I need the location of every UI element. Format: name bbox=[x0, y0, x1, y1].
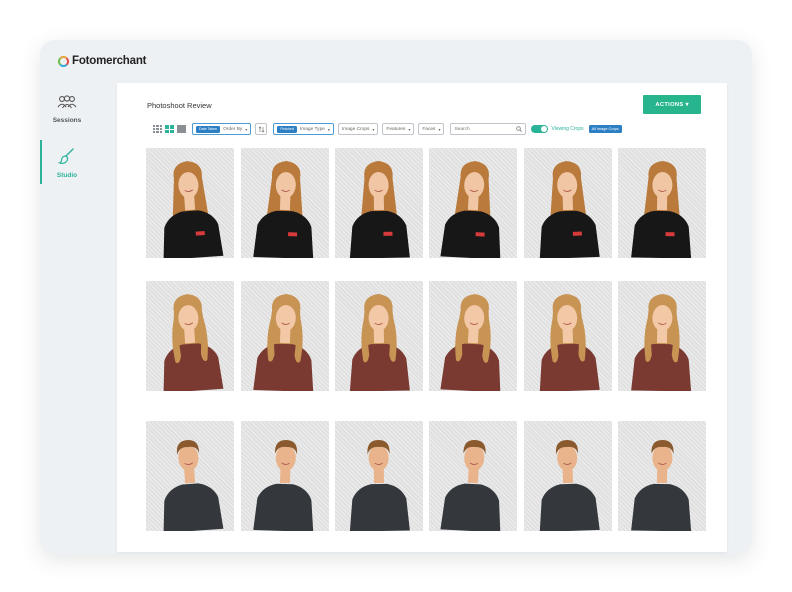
photo-thumbnail[interactable] bbox=[241, 281, 329, 391]
brush-icon bbox=[57, 148, 74, 164]
main-panel: Photoshoot Review ACTIONS ▾ Date Taken O… bbox=[117, 83, 727, 552]
sidebar-item-label: Sessions bbox=[52, 117, 82, 124]
chevron-down-icon: ▾ bbox=[438, 126, 441, 132]
brand-logo[interactable]: Fotomerchant bbox=[58, 55, 146, 67]
photo-thumbnail[interactable] bbox=[146, 148, 234, 258]
faces-dropdown[interactable]: Faces ▾ bbox=[418, 123, 445, 135]
portrait-photo bbox=[349, 440, 410, 531]
sort-direction-button[interactable] bbox=[255, 123, 268, 135]
portrait-photo bbox=[539, 440, 600, 531]
chevron-down-icon: ▾ bbox=[245, 126, 248, 132]
chevron-down-icon: ▾ bbox=[327, 126, 330, 132]
features-dropdown[interactable]: Features ▾ bbox=[382, 123, 415, 135]
photo-thumbnail[interactable] bbox=[524, 421, 612, 531]
viewing-crops-toggle[interactable] bbox=[531, 125, 549, 133]
photo-thumbnail[interactable] bbox=[335, 148, 423, 258]
portrait-photo bbox=[163, 294, 224, 391]
all-image-crops-badge[interactable]: All Image Crops bbox=[588, 125, 622, 133]
portrait-photo bbox=[253, 294, 314, 391]
photo-thumbnail[interactable] bbox=[524, 281, 612, 391]
photo-thumbnail[interactable] bbox=[241, 148, 329, 258]
sidebar-item-label: Studio bbox=[56, 172, 78, 179]
search-icon bbox=[516, 126, 523, 132]
photo-thumbnail[interactable] bbox=[241, 421, 329, 531]
grid-large-icon[interactable] bbox=[177, 125, 186, 133]
image-type-label: Image Type bbox=[299, 126, 325, 132]
image-crops-label: Image Crops bbox=[341, 126, 370, 132]
portrait-photo bbox=[163, 440, 224, 531]
sidebar-item-studio[interactable]: Studio bbox=[40, 140, 94, 184]
faces-label: Faces bbox=[422, 126, 436, 132]
order-label: Order By bbox=[223, 126, 243, 132]
photo-thumbnail[interactable] bbox=[429, 148, 517, 258]
portrait-photo bbox=[631, 294, 692, 391]
actions-button[interactable]: ACTIONS ▾ bbox=[643, 95, 701, 114]
image-type-dropdown[interactable]: Finished Image Type ▾ bbox=[273, 123, 334, 135]
brand-mark-icon bbox=[58, 55, 69, 67]
order-by-dropdown[interactable]: Date Taken Order By ▾ bbox=[192, 123, 252, 135]
search-placeholder: Search bbox=[454, 126, 470, 132]
sidebar-item-sessions[interactable]: Sessions bbox=[40, 95, 94, 124]
portrait-photo bbox=[163, 161, 224, 258]
portrait-photo bbox=[539, 294, 600, 391]
page-title: Photoshoot Review bbox=[147, 101, 212, 110]
portrait-photo bbox=[253, 161, 314, 258]
search-input[interactable]: Search bbox=[450, 123, 527, 135]
photo-thumbnail[interactable] bbox=[335, 281, 423, 391]
portrait-photo bbox=[440, 440, 501, 531]
portrait-photo bbox=[349, 294, 410, 391]
users-icon bbox=[57, 95, 77, 109]
portrait-photo bbox=[440, 161, 501, 258]
photo-thumbnail[interactable] bbox=[429, 281, 517, 391]
viewing-crops-label: Viewing Crops bbox=[551, 126, 584, 132]
brand-name: Fotomerchant bbox=[72, 55, 147, 67]
chevron-down-icon: ▾ bbox=[372, 126, 375, 132]
photo-thumbnail[interactable] bbox=[146, 421, 234, 531]
image-crops-dropdown[interactable]: Image Crops ▾ bbox=[337, 123, 379, 135]
image-type-tag: Finished bbox=[277, 125, 297, 133]
photo-thumbnail[interactable] bbox=[429, 421, 517, 531]
grid-medium-icon[interactable] bbox=[165, 125, 174, 133]
portrait-photo bbox=[539, 161, 600, 258]
photo-thumbnail[interactable] bbox=[335, 421, 423, 531]
sort-icon bbox=[258, 126, 265, 132]
portrait-photo bbox=[253, 440, 314, 531]
portrait-photo bbox=[349, 161, 410, 258]
photo-thumbnail[interactable] bbox=[524, 148, 612, 258]
photo-thumbnail[interactable] bbox=[618, 281, 706, 391]
grid-small-icon[interactable] bbox=[153, 125, 162, 133]
order-tag: Date Taken bbox=[196, 125, 221, 133]
features-label: Features bbox=[386, 126, 406, 132]
toolbar: Date Taken Order By ▾ Finished Image Typ… bbox=[153, 123, 622, 135]
portrait-photo bbox=[631, 161, 692, 258]
portrait-photo bbox=[440, 294, 501, 391]
photo-thumbnail[interactable] bbox=[618, 421, 706, 531]
photo-thumbnail[interactable] bbox=[146, 281, 234, 391]
portrait-photo bbox=[631, 440, 692, 531]
photo-thumbnail[interactable] bbox=[618, 148, 706, 258]
chevron-down-icon: ▾ bbox=[408, 126, 411, 132]
